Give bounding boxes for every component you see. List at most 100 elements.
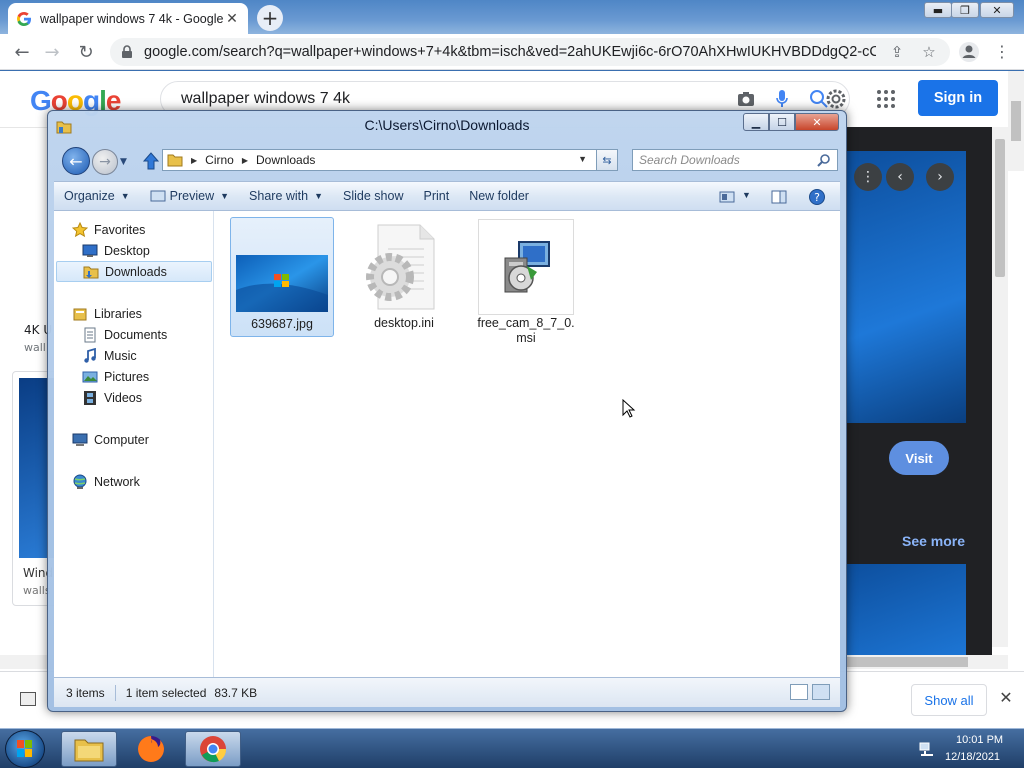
see-more-link[interactable]: See more — [902, 533, 965, 549]
breadcrumb-separator-icon[interactable]: ▶ — [191, 156, 197, 165]
computer-icon — [72, 433, 88, 446]
clock-time[interactable]: 10:01 PM — [956, 734, 1003, 746]
settings-gear-icon[interactable] — [824, 87, 848, 111]
slide-show-button[interactable]: Slide show — [333, 182, 413, 210]
help-icon[interactable]: ? — [808, 188, 826, 206]
browser-close-button[interactable]: ✕ — [980, 2, 1014, 18]
start-button[interactable] — [5, 730, 45, 768]
selection-status: 1 item selected — [125, 685, 207, 700]
item-count: 3 items — [66, 685, 105, 700]
change-view-icon[interactable] — [718, 188, 736, 206]
explorer-body: Favorites Desktop Downloads Libraries Do… — [54, 211, 840, 677]
scrollbar-thumb[interactable] — [995, 139, 1005, 277]
preview-pane-icon[interactable] — [770, 188, 788, 206]
browser-minimize-button[interactable]: ▬ — [924, 2, 952, 18]
close-button[interactable]: ✕ — [795, 113, 839, 131]
next-arrow-icon[interactable]: › — [926, 163, 954, 191]
view-dropdown-icon[interactable]: ▼ — [742, 190, 751, 200]
show-all-downloads-button[interactable]: Show all — [911, 684, 987, 716]
page-scrollbar[interactable] — [992, 127, 1008, 647]
search-icon[interactable] — [817, 153, 831, 167]
minimize-button[interactable]: ▁ — [743, 113, 769, 131]
system-tray: 10:01 PM 12/18/2021 — [912, 729, 1024, 768]
file-name: desktop.ini — [374, 316, 434, 330]
nav-item-network[interactable]: Network — [72, 471, 230, 492]
up-arrow-icon[interactable] — [142, 151, 160, 171]
sign-in-button[interactable]: Sign in — [918, 80, 998, 116]
nav-item-downloads[interactable]: Downloads — [56, 261, 212, 282]
microphone-icon[interactable] — [775, 89, 789, 109]
camera-icon[interactable] — [737, 91, 755, 107]
tab-close-icon[interactable]: ✕ — [224, 11, 240, 27]
reload-icon[interactable]: ↻ — [74, 40, 98, 64]
breadcrumb-item-cirno[interactable]: Cirno — [205, 153, 234, 167]
maximize-button[interactable]: ☐ — [769, 113, 795, 131]
network-tray-icon[interactable] — [918, 741, 934, 757]
config-thumbnail — [356, 219, 452, 315]
breadcrumb-item-downloads[interactable]: Downloads — [256, 153, 315, 167]
google-favicon-icon — [17, 11, 31, 26]
status-bar: 3 items 1 item selected 83.7 KB — [54, 677, 840, 707]
preview-button[interactable]: Preview ▼ — [140, 182, 239, 210]
search-box[interactable]: Search Downloads — [632, 149, 838, 171]
taskbar-firefox-button[interactable] — [123, 731, 179, 767]
outer-scrollbar[interactable] — [1008, 71, 1024, 171]
file-item-image[interactable]: 639687.jpg — [230, 217, 334, 337]
share-icon[interactable]: ⇪ — [886, 41, 908, 63]
back-button[interactable]: ← — [62, 147, 90, 175]
address-url: google.com/search?q=wallpaper+windows+7+… — [144, 44, 876, 60]
downloads-folder-icon — [83, 266, 99, 278]
share-with-button[interactable]: Share with ▼ — [239, 182, 333, 210]
back-arrow-icon[interactable]: ← — [10, 40, 34, 64]
installer-thumbnail — [478, 219, 574, 315]
details-view-icon[interactable] — [790, 684, 808, 700]
selection-size: 83.7 KB — [214, 685, 258, 700]
star-icon — [72, 221, 88, 237]
download-file-icon[interactable] — [20, 692, 36, 706]
file-item-installer[interactable]: free_cam_8_7_0.msi — [474, 219, 578, 346]
more-options-icon[interactable]: ⋮ — [854, 163, 882, 191]
browser-restore-button[interactable]: ❐ — [951, 2, 979, 18]
large-icons-view-icon[interactable] — [812, 684, 830, 700]
taskbar: 10:01 PM 12/18/2021 — [0, 728, 1024, 768]
nav-item-libraries[interactable]: Libraries — [72, 303, 230, 324]
address-dropdown-icon[interactable]: ▼ — [578, 154, 587, 164]
outer-scrollbar-thumb[interactable] — [1011, 101, 1021, 141]
horizontal-scrollbar-thumb[interactable] — [844, 657, 968, 667]
print-button[interactable]: Print — [413, 182, 459, 210]
preview-image[interactable] — [846, 151, 966, 423]
address-bar[interactable]: google.com/search?q=wallpaper+windows+7+… — [110, 38, 950, 66]
libraries-icon — [73, 308, 87, 320]
organize-button[interactable]: Organize ▼ — [54, 182, 140, 210]
forward-button[interactable]: → — [92, 149, 118, 175]
taskbar-explorer-button[interactable] — [61, 731, 117, 767]
file-item-config[interactable]: desktop.ini — [352, 219, 456, 331]
profile-avatar-icon[interactable] — [958, 41, 980, 63]
previous-arrow-icon[interactable]: ‹ — [886, 163, 914, 191]
browser-tab[interactable]: wallpaper windows 7 4k - Google Search ✕ — [8, 3, 248, 34]
clock-date[interactable]: 12/18/2021 — [945, 751, 1000, 763]
close-download-shelf-icon[interactable]: ✕ — [996, 688, 1016, 708]
related-image[interactable] — [846, 564, 966, 664]
browser-toolbar: ← → ↻ google.com/search?q=wallpaper+wind… — [0, 34, 1024, 70]
nav-item-computer[interactable]: Computer — [72, 429, 230, 450]
browser-menu-icon[interactable]: ⋮ — [994, 42, 1010, 62]
address-bar[interactable]: ▶ Cirno ▶ Downloads ▼ — [162, 149, 618, 171]
apps-grid-icon[interactable] — [876, 89, 896, 109]
image-thumbnail — [234, 220, 330, 316]
image-preview-panel: ⋮ ‹ › — [846, 127, 992, 664]
visit-button[interactable]: Visit — [889, 441, 949, 475]
new-tab-button[interactable]: + — [257, 5, 283, 31]
bookmark-star-icon[interactable]: ☆ — [918, 41, 940, 63]
explorer-folder-icon — [74, 739, 104, 762]
new-folder-button[interactable]: New folder — [459, 182, 539, 210]
file-name: 639687.jpg — [251, 317, 313, 331]
search-query: wallpaper windows 7 4k — [181, 90, 350, 107]
nav-item-favorites[interactable]: Favorites — [72, 219, 230, 240]
pictures-icon — [82, 371, 98, 382]
refresh-button[interactable]: ⇆ — [596, 149, 618, 171]
taskbar-chrome-button[interactable] — [185, 731, 241, 767]
recent-pages-dropdown-icon[interactable]: ▼ — [120, 157, 127, 167]
breadcrumb-separator-icon[interactable]: ▶ — [242, 156, 248, 165]
forward-arrow-icon[interactable]: → — [40, 40, 64, 64]
